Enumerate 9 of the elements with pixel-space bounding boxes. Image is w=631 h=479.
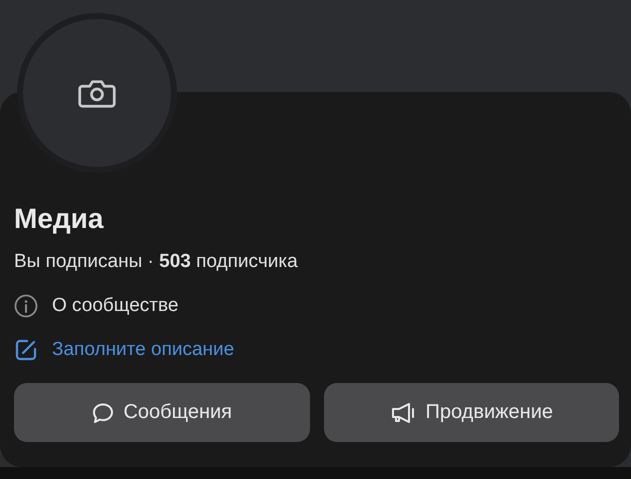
messages-button[interactable]: Сообщения: [14, 383, 310, 442]
fill-description-link[interactable]: Заполните описание: [52, 339, 234, 361]
info-icon: [14, 294, 38, 318]
community-name: Медиа: [14, 202, 105, 236]
about-community-link[interactable]: О сообществе: [52, 295, 178, 317]
speech-bubble-icon: [91, 400, 116, 424]
subscription-status: Вы подписаны · 503 подписчика: [14, 250, 299, 274]
promotion-button[interactable]: Продвижение: [324, 383, 619, 442]
edit-icon: [14, 338, 38, 362]
